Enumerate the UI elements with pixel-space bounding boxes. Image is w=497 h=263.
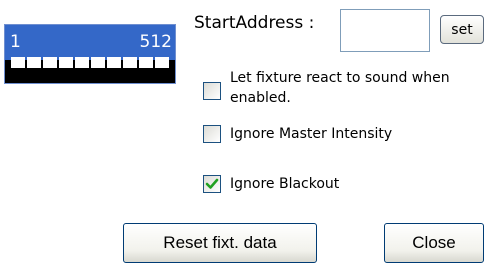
dmx-start-channel: 1	[10, 32, 21, 52]
dmx-channel-block	[139, 57, 153, 68]
dmx-channel-block	[123, 57, 137, 68]
react-to-sound-label: Let fixture react to sound when enabled.	[230, 70, 450, 106]
set-button[interactable]: set	[440, 15, 484, 44]
reset-fixture-data-button[interactable]: Reset fixt. data	[123, 223, 317, 263]
dmx-channel-block	[11, 57, 25, 68]
ignore-master-intensity-checkbox[interactable]	[203, 125, 221, 143]
dmx-channel-block	[155, 57, 169, 68]
start-address-input[interactable]	[340, 9, 430, 52]
dmx-channel-block	[91, 57, 105, 68]
ignore-blackout-checkbox[interactable]	[203, 175, 221, 193]
dmx-channel-block	[107, 57, 121, 68]
dmx-channel-blocks	[11, 57, 169, 68]
react-to-sound-checkbox[interactable]	[203, 82, 221, 100]
dmx-channel-block	[75, 57, 89, 68]
ignore-master-intensity-label: Ignore Master Intensity	[230, 126, 393, 142]
dmx-channel-block	[59, 57, 73, 68]
checkmark-icon	[205, 178, 219, 189]
close-button[interactable]: Close	[384, 223, 484, 263]
dmx-channel-block	[27, 57, 41, 68]
dmx-channel-strip: 1 512	[4, 24, 176, 84]
dmx-channel-block	[43, 57, 57, 68]
dmx-end-channel: 512	[139, 32, 172, 52]
ignore-blackout-label: Ignore Blackout	[230, 176, 340, 192]
start-address-label: StartAddress :	[194, 13, 315, 33]
